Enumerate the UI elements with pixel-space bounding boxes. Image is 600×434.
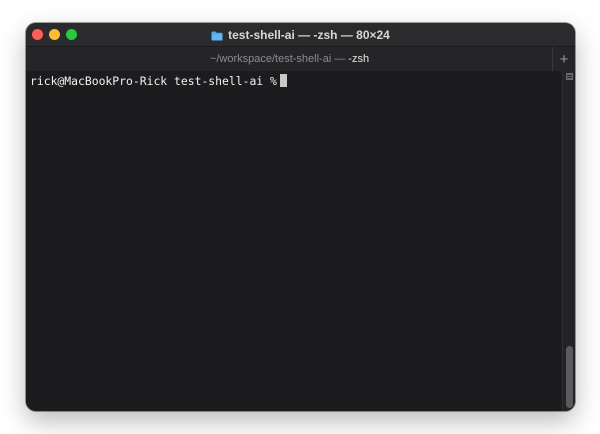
scrollbar[interactable]	[562, 71, 575, 411]
new-tab-button[interactable]: +	[552, 47, 575, 71]
scroll-marker-icon[interactable]	[566, 73, 573, 80]
terminal-content[interactable]: rick@MacBookPro-Rick test-shell-ai %	[26, 71, 575, 411]
plus-icon: +	[559, 50, 569, 68]
terminal-window: test-shell-ai — -zsh — 80×24 ~/workspace…	[26, 23, 575, 411]
window-title-container: test-shell-ai — -zsh — 80×24	[26, 23, 575, 46]
tab-process: -zsh	[348, 53, 370, 65]
tab-path: ~/workspace/test-shell-ai	[209, 53, 332, 65]
title-bar[interactable]: test-shell-ai — -zsh — 80×24	[26, 23, 575, 46]
text-cursor	[279, 74, 287, 87]
shell-prompt: rick@MacBookPro-Rick test-shell-ai %	[30, 74, 277, 88]
folder-icon	[211, 30, 223, 40]
scroll-thumb[interactable]	[566, 346, 573, 408]
tab-separator: —	[334, 53, 346, 65]
terminal-line: rick@MacBookPro-Rick test-shell-ai %	[30, 74, 287, 88]
tab-bar: ~/workspace/test-shell-ai — -zsh +	[26, 46, 575, 72]
tab-test-shell-ai[interactable]: ~/workspace/test-shell-ai — -zsh	[26, 47, 553, 71]
window-title: test-shell-ai — -zsh — 80×24	[228, 27, 390, 42]
